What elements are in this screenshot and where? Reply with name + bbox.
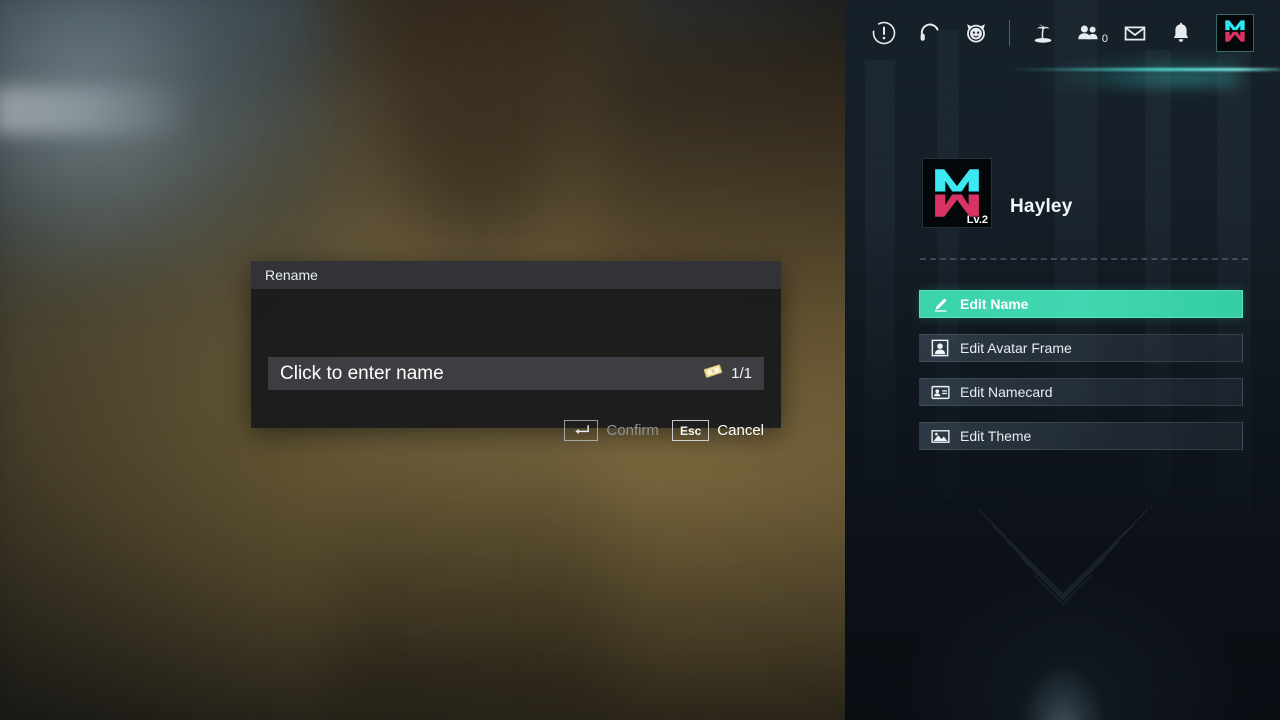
dialog-actions: Confirm Esc Cancel bbox=[564, 420, 764, 441]
enter-key-icon bbox=[564, 420, 599, 441]
dialog-title: Rename bbox=[251, 261, 781, 289]
profile-section: Lv.2 Hayley bbox=[845, 0, 1280, 720]
level-badge: Lv.2 bbox=[966, 214, 988, 226]
name-input[interactable]: Click to enter name 1/1 bbox=[268, 357, 764, 390]
rename-dialog: Rename Click to enter name 1/1 Confirm E… bbox=[251, 261, 781, 441]
esc-key-label: Esc bbox=[671, 420, 710, 441]
confirm-label: Confirm bbox=[606, 422, 659, 439]
profile-header: Lv.2 Hayley bbox=[922, 158, 1072, 228]
rename-card-count: 1/1 bbox=[731, 365, 752, 382]
avatar[interactable]: Lv.2 bbox=[922, 158, 992, 228]
profile-divider bbox=[920, 258, 1248, 260]
rename-card-item: 1/1 bbox=[702, 362, 752, 385]
cancel-button[interactable]: Esc Cancel bbox=[671, 420, 764, 441]
cancel-label: Cancel bbox=[717, 422, 764, 439]
confirm-button[interactable]: Confirm bbox=[564, 420, 659, 441]
name-input-placeholder: Click to enter name bbox=[280, 362, 444, 384]
dialog-body: Click to enter name 1/1 Confirm Esc Canc… bbox=[251, 289, 781, 441]
rename-card-icon bbox=[702, 362, 724, 385]
player-name: Hayley bbox=[1010, 196, 1073, 217]
